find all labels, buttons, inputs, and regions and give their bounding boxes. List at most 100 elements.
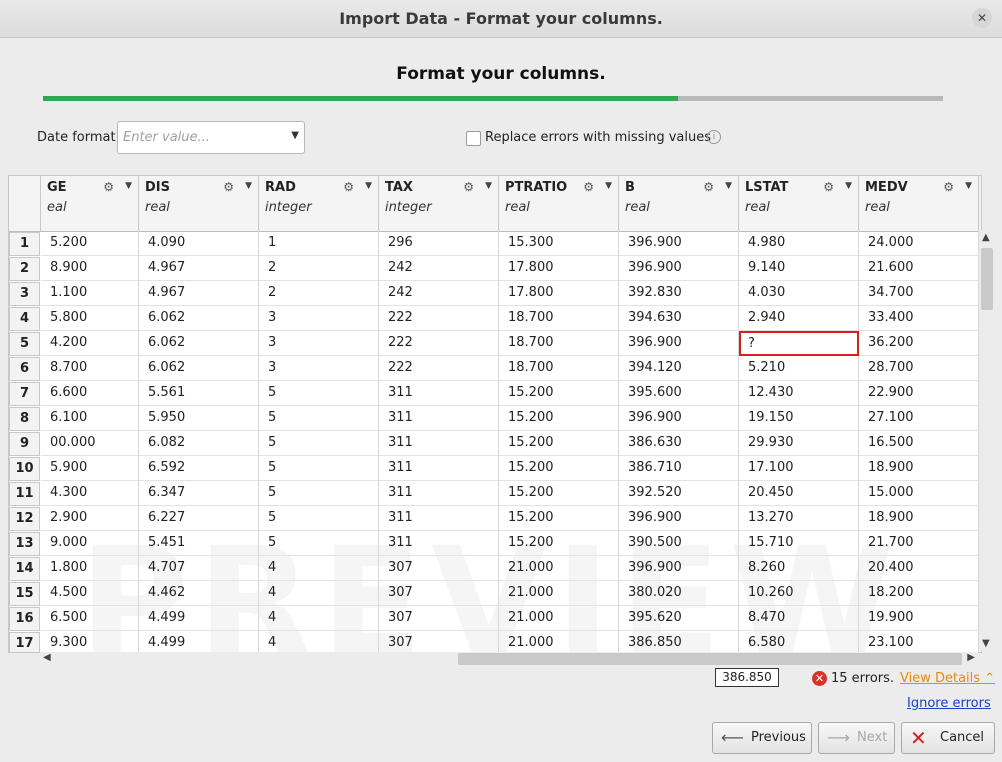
table-cell[interactable]: 394.120 [619,356,739,381]
table-cell[interactable]: 5 [259,506,379,531]
table-cell[interactable]: 13.270 [739,506,859,531]
table-cell[interactable]: 17.800 [499,256,619,281]
table-cell[interactable]: 8.260 [739,556,859,581]
table-cell[interactable]: 18.700 [499,356,619,381]
column-header-lstat[interactable]: LSTAT real ⚙ ▼ [739,176,859,231]
gear-icon[interactable]: ⚙ [463,180,474,194]
table-cell[interactable]: 6.082 [139,431,259,456]
table-cell[interactable]: 28.700 [859,356,979,381]
table-cell[interactable]: 1.800 [41,556,139,581]
column-header-dis[interactable]: DIS real ⚙ ▼ [139,176,259,231]
table-cell[interactable]: 2.900 [41,506,139,531]
table-cell[interactable]: 2.940 [739,306,859,331]
next-button[interactable]: ⟶ Next [818,722,895,754]
row-number[interactable]: 16 [9,607,40,631]
gear-icon[interactable]: ⚙ [223,180,234,194]
table-cell[interactable]: 4 [259,556,379,581]
table-cell[interactable]: 4.030 [739,281,859,306]
scroll-up-icon[interactable]: ▲ [982,232,990,243]
table-cell[interactable]: 9.300 [41,631,139,652]
table-cell[interactable]: 307 [379,581,499,606]
table-cell[interactable]: 311 [379,506,499,531]
table-cell[interactable]: 242 [379,281,499,306]
row-number[interactable]: 5 [9,332,40,356]
replace-errors-label[interactable]: Replace errors with missing values [485,130,711,145]
table-cell[interactable]: 6.600 [41,381,139,406]
table-cell[interactable]: 10.260 [739,581,859,606]
table-cell[interactable]: 5 [259,406,379,431]
error-cell[interactable]: ? [739,331,859,356]
view-details-link[interactable]: View Details ⌃ [900,671,995,686]
row-number[interactable]: 17 [9,632,40,652]
table-cell[interactable]: 5 [259,381,379,406]
table-cell[interactable]: 6.062 [139,356,259,381]
column-header-tax[interactable]: TAX integer ⚙ ▼ [379,176,499,231]
table-cell[interactable]: 21.600 [859,256,979,281]
table-cell[interactable]: 23.100 [859,631,979,652]
row-number[interactable]: 6 [9,357,40,381]
table-cell[interactable]: 386.850 [619,631,739,652]
vertical-scroll-thumb[interactable] [981,248,993,310]
replace-errors-checkbox[interactable] [466,131,481,146]
table-cell[interactable]: 4.707 [139,556,259,581]
table-cell[interactable]: 00.000 [41,431,139,456]
table-cell[interactable]: 34.700 [859,281,979,306]
table-cell[interactable]: 386.630 [619,431,739,456]
table-cell[interactable]: 15.300 [499,231,619,256]
table-cell[interactable]: 4.967 [139,281,259,306]
table-cell[interactable]: 5.561 [139,381,259,406]
close-icon[interactable]: ✕ [972,8,992,28]
table-cell[interactable]: 4.967 [139,256,259,281]
table-cell[interactable]: 15.000 [859,481,979,506]
table-cell[interactable]: 396.900 [619,256,739,281]
table-cell[interactable]: 5.451 [139,531,259,556]
row-number[interactable]: 11 [9,482,40,506]
chevron-down-icon[interactable]: ▼ [845,181,852,191]
table-cell[interactable]: 6.062 [139,331,259,356]
table-cell[interactable]: 4.980 [739,231,859,256]
column-header-age[interactable]: GE eal ⚙ ▼ [41,176,139,231]
table-cell[interactable]: 19.900 [859,606,979,631]
table-cell[interactable]: 3 [259,331,379,356]
table-cell[interactable]: 5 [259,531,379,556]
row-number[interactable]: 1 [9,232,40,256]
table-cell[interactable]: 9.140 [739,256,859,281]
row-number[interactable]: 9 [9,432,40,456]
row-number[interactable]: 13 [9,532,40,556]
table-cell[interactable]: 20.450 [739,481,859,506]
table-cell[interactable]: 27.100 [859,406,979,431]
table-cell[interactable]: 12.430 [739,381,859,406]
table-cell[interactable]: 5.200 [41,231,139,256]
gear-icon[interactable]: ⚙ [823,180,834,194]
table-cell[interactable]: 311 [379,456,499,481]
table-cell[interactable]: 15.710 [739,531,859,556]
table-cell[interactable]: 396.900 [619,331,739,356]
row-number[interactable]: 2 [9,257,40,281]
table-cell[interactable]: 18.200 [859,581,979,606]
gear-icon[interactable]: ⚙ [343,180,354,194]
table-cell[interactable]: 29.930 [739,431,859,456]
table-cell[interactable]: 396.900 [619,556,739,581]
table-cell[interactable]: 395.620 [619,606,739,631]
table-cell[interactable]: 4.300 [41,481,139,506]
table-cell[interactable]: 380.020 [619,581,739,606]
column-header-medv[interactable]: MEDV real ⚙ ▼ [859,176,979,231]
row-number[interactable]: 10 [9,457,40,481]
table-cell[interactable]: 4.090 [139,231,259,256]
column-header-ptratio[interactable]: PTRATIO real ⚙ ▼ [499,176,619,231]
table-cell[interactable]: 222 [379,306,499,331]
table-cell[interactable]: 33.400 [859,306,979,331]
horizontal-scroll-thumb[interactable] [458,653,962,665]
table-cell[interactable]: 395.600 [619,381,739,406]
table-cell[interactable]: 8.900 [41,256,139,281]
table-cell[interactable]: 9.000 [41,531,139,556]
gear-icon[interactable]: ⚙ [583,180,594,194]
table-cell[interactable]: 6.592 [139,456,259,481]
table-cell[interactable]: 21.000 [499,631,619,652]
table-cell[interactable]: 6.500 [41,606,139,631]
table-cell[interactable]: 5 [259,431,379,456]
table-cell[interactable]: 222 [379,356,499,381]
table-cell[interactable]: 307 [379,631,499,652]
table-cell[interactable]: 4.462 [139,581,259,606]
row-number[interactable]: 4 [9,307,40,331]
